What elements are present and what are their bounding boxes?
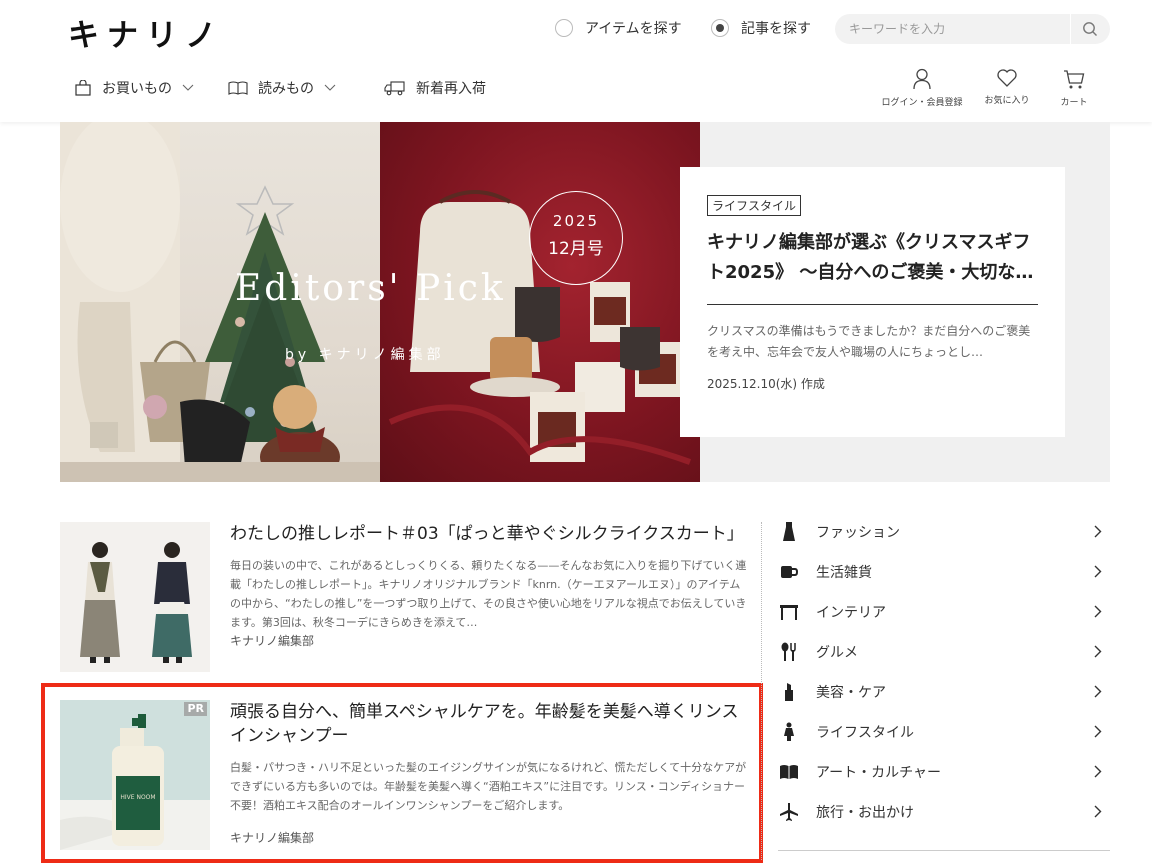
category-beauty[interactable]: 美容・ケア — [778, 672, 1110, 712]
hero-divider — [707, 304, 1038, 305]
category-goods[interactable]: 生活雑貨 — [778, 552, 1110, 592]
search-button[interactable] — [1071, 14, 1110, 44]
table-icon — [778, 601, 800, 623]
cutlery-icon — [778, 641, 800, 663]
category-label: アート・カルチャー — [816, 765, 942, 781]
user-icon — [913, 68, 931, 90]
chevron-right-icon — [1094, 645, 1102, 658]
category-list-bottom-border — [778, 850, 1110, 851]
category-lifestyle[interactable]: ライフスタイル — [778, 712, 1110, 752]
chevron-right-icon — [1094, 605, 1102, 618]
chevron-down-icon — [182, 84, 194, 91]
article-thumbnail[interactable] — [60, 522, 210, 672]
user-nav: ログイン・会員登録 お気に入り カート — [880, 68, 1102, 108]
hero-image-title: Editors' Pick — [235, 268, 506, 309]
hero-description: クリスマスの準備はもうできましたか？まだ自分へのご褒美を考え中、忘年会で友人や職… — [707, 324, 1031, 359]
site-header: キナリノ アイテムを探す 記事を探す お買いもの 読みもの 新着再入荷 — [0, 0, 1152, 122]
chevron-right-icon — [1094, 565, 1102, 578]
article-photo — [80, 542, 192, 663]
person-icon — [778, 721, 800, 743]
radio-items-label[interactable]: アイテムを探す — [585, 18, 682, 38]
airplane-icon — [778, 801, 800, 823]
nav-shopping-label: お買いもの — [102, 81, 172, 97]
issue-badge: 2025 12月号 — [529, 191, 623, 285]
site-logo[interactable]: キナリノ — [68, 10, 224, 55]
login-label: ログイン・会員登録 — [881, 98, 963, 108]
hero-tag[interactable]: ライフスタイル — [707, 195, 802, 216]
hero-date: 2025.12.10(水) 作成 — [707, 377, 825, 391]
highlight-box — [41, 683, 763, 863]
article-author: キナリノ編集部 — [230, 634, 315, 648]
radio-articles-label[interactable]: 記事を探す — [741, 18, 811, 38]
category-fashion[interactable]: ファッション — [778, 512, 1110, 552]
category-interior[interactable]: インテリア — [778, 592, 1110, 632]
open-book-icon — [778, 761, 800, 783]
chevron-down-icon — [324, 84, 336, 91]
category-list: ファッション 生活雑貨 インテリア グルメ 美容・ケア ライフスタイル アート・… — [778, 512, 1110, 832]
main-nav: お買いもの 読みもの 新着再入荷 — [74, 78, 520, 98]
search-box — [835, 14, 1110, 44]
chevron-right-icon — [1094, 805, 1102, 818]
cart-icon — [1064, 70, 1085, 89]
chevron-right-icon — [1094, 725, 1102, 738]
search-mode-items[interactable]: アイテムを探す — [555, 18, 682, 38]
category-label: ファッション — [816, 525, 900, 541]
category-gourmet[interactable]: グルメ — [778, 632, 1110, 672]
category-art[interactable]: アート・カルチャー — [778, 752, 1110, 792]
heart-icon — [997, 69, 1017, 87]
favorites-link[interactable]: お気に入り — [974, 68, 1040, 108]
dress-icon — [778, 521, 800, 543]
nav-reading[interactable]: 読みもの — [228, 78, 336, 98]
book-icon — [228, 81, 248, 95]
category-label: 美容・ケア — [816, 685, 886, 701]
lipstick-icon — [778, 681, 800, 703]
chevron-right-icon — [1094, 685, 1102, 698]
search-input[interactable] — [849, 22, 1070, 36]
chevron-right-icon — [1094, 525, 1102, 538]
shopping-bag-icon — [75, 80, 91, 96]
hero-card[interactable]: ライフスタイル キナリノ編集部が選ぶ《クリスマスギフト2025》 〜自分へのご褒… — [680, 167, 1065, 437]
article-title[interactable]: わたしの推しレポート＃03「ぱっと華やぐシルクライクスカート」 — [230, 522, 750, 546]
category-travel[interactable]: 旅行・お出かけ — [778, 792, 1110, 832]
chevron-right-icon — [1094, 765, 1102, 778]
mug-icon — [778, 561, 800, 583]
nav-restock[interactable]: 新着再入荷 — [384, 78, 486, 98]
nav-shopping[interactable]: お買いもの — [74, 78, 194, 98]
sidebar-divider — [761, 522, 762, 860]
cart-label: カート — [1060, 98, 1088, 108]
radio-articles[interactable] — [711, 19, 729, 37]
radio-items[interactable] — [555, 19, 573, 37]
nav-reading-label: 読みもの — [258, 81, 314, 97]
favorites-label: お気に入り — [984, 96, 1030, 106]
hero-image-subtitle: by キナリノ編集部 — [285, 347, 445, 363]
issue-month: 12月号 — [548, 239, 604, 259]
category-label: 旅行・お出かけ — [816, 805, 914, 821]
category-label: ライフスタイル — [816, 725, 914, 741]
truck-icon — [384, 81, 405, 96]
category-label: インテリア — [816, 605, 886, 621]
article-description: 毎日の装いの中で、これがあるとしっくりくる、頼りたくなる——そんなお気に入りを掘… — [230, 559, 747, 629]
login-link[interactable]: ログイン・会員登録 — [880, 68, 964, 108]
cart-link[interactable]: カート — [1046, 68, 1102, 108]
category-label: 生活雑貨 — [816, 565, 872, 581]
article-body: わたしの推しレポート＃03「ぱっと華やぐシルクライクスカート」 毎日の装いの中で… — [230, 522, 750, 649]
hero-title[interactable]: キナリノ編集部が選ぶ《クリスマスギフト2025》 〜自分へのご褒美・大切な… — [707, 228, 1038, 288]
nav-restock-label: 新着再入荷 — [416, 81, 486, 97]
search-icon — [1083, 22, 1098, 36]
article-card[interactable]: わたしの推しレポート＃03「ぱっと華やぐシルクライクスカート」 毎日の装いの中で… — [60, 522, 750, 672]
category-label: グルメ — [816, 645, 858, 661]
issue-year: 2025 — [552, 212, 600, 230]
search-mode-articles[interactable]: 記事を探す — [711, 18, 811, 38]
